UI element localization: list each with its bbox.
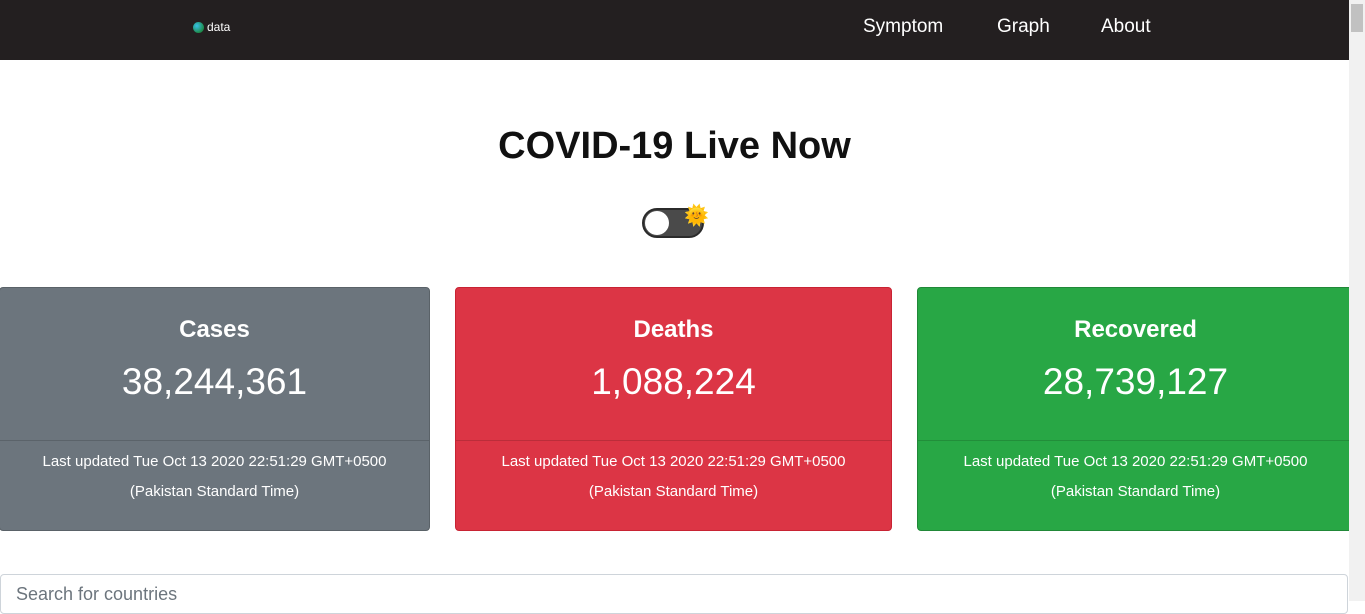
card-body: Cases 38,244,361 [0,288,429,441]
card-title: Deaths [633,316,714,343]
cases-card: Cases 38,244,361 Last updated Tue Oct 13… [0,287,430,531]
card-body: Deaths 1,088,224 [456,288,891,441]
card-value: 1,088,224 [591,361,756,402]
globe-icon [193,21,204,33]
card-value: 28,739,127 [1042,361,1229,402]
last-updated-text: Last updated Tue Oct 13 2020 22:51:29 GM… [963,453,1308,470]
last-updated-text: Last updated Tue Oct 13 2020 22:51:29 GM… [501,453,846,470]
card-body: Recovered 28,739,127 [918,288,1353,441]
timezone-text: (Pakistan Standard Time) [129,483,300,500]
vertical-scrollbar[interactable] [1349,0,1365,601]
card-title: Recovered [1074,316,1197,343]
toggle-knob [645,211,669,235]
timezone-text: (Pakistan Standard Time) [588,483,759,500]
card-footer: Last updated Tue Oct 13 2020 22:51:29 GM… [456,441,891,507]
page-title: COVID-19 Live Now [498,125,851,167]
deaths-card: Deaths 1,088,224 Last updated Tue Oct 13… [455,287,892,531]
card-value: 38,244,361 [121,361,308,402]
card-footer: Last updated Tue Oct 13 2020 22:51:29 GM… [0,441,429,507]
nav-link-symptom[interactable]: Symptom [863,15,943,39]
sun-icon: 🌞 [684,205,709,227]
nav-link-graph[interactable]: Graph [997,15,1050,39]
timezone-text: (Pakistan Standard Time) [1050,483,1221,500]
card-footer: Last updated Tue Oct 13 2020 22:51:29 GM… [918,441,1353,507]
nav-link-about[interactable]: About [1101,15,1151,39]
card-title: Cases [179,316,250,343]
recovered-card: Recovered 28,739,127 Last updated Tue Oc… [917,287,1354,531]
last-updated-text: Last updated Tue Oct 13 2020 22:51:29 GM… [42,453,387,470]
scrollbar-thumb[interactable] [1351,4,1363,32]
search-input[interactable] [0,574,1348,614]
brand-text: data [207,20,231,34]
brand-logo[interactable]: data [193,20,230,34]
top-navbar: data Symptom Graph About [0,0,1349,60]
